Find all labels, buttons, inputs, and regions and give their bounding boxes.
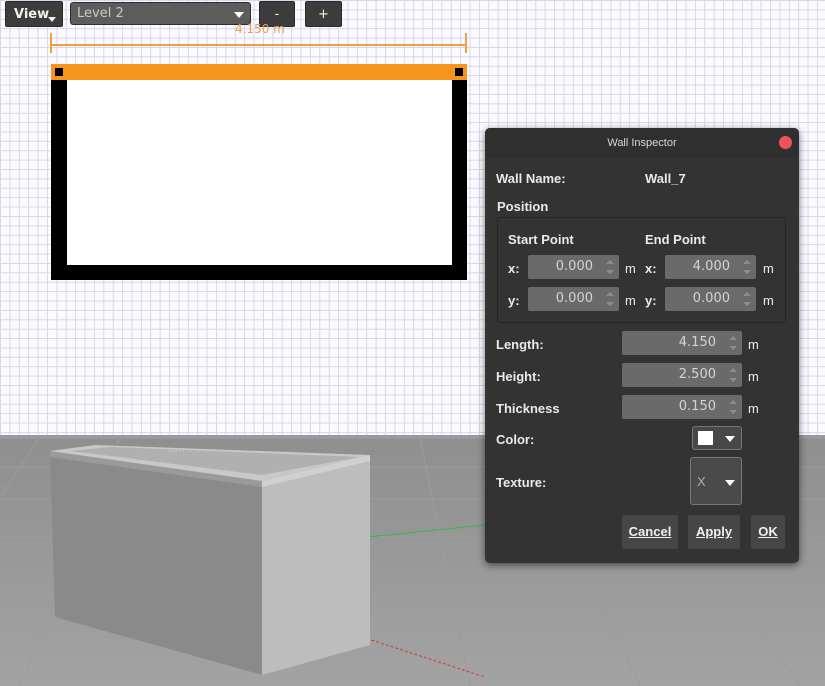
thickness-label: Thickness <box>496 401 560 416</box>
length-unit: m <box>748 337 759 352</box>
spin-up-icon[interactable] <box>606 292 614 296</box>
spin-down-icon[interactable] <box>743 302 751 306</box>
chevron-down-icon <box>725 480 735 486</box>
height-label: Height: <box>496 369 541 384</box>
spin-up-icon[interactable] <box>606 260 614 264</box>
texture-label: Texture: <box>496 475 547 490</box>
plus-label: + <box>318 6 329 22</box>
start-x-input[interactable]: 0.000 <box>528 255 619 279</box>
spin-up-icon[interactable] <box>729 368 737 372</box>
spin-down-icon[interactable] <box>729 410 737 414</box>
end-y-unit: m <box>763 293 774 308</box>
length-label: Length: <box>496 337 544 352</box>
spin-down-icon[interactable] <box>729 346 737 350</box>
level-select-value: Level 2 <box>77 6 124 21</box>
start-x-label: x: <box>508 261 520 276</box>
spin-up-icon[interactable] <box>729 400 737 404</box>
dimension-tick-start <box>50 33 52 53</box>
view-button-label: View <box>14 6 50 22</box>
wall-name-label: Wall Name: <box>496 171 566 186</box>
spin-up-icon[interactable] <box>743 260 751 264</box>
wall-end-handle[interactable] <box>455 68 463 76</box>
dimension-label: 4.150 m <box>235 22 285 36</box>
texture-value: X <box>697 474 706 489</box>
start-point-label: Start Point <box>508 232 574 247</box>
wall-inspector-dialog: Wall Inspector Wall Name: Wall_7 Positio… <box>485 128 799 563</box>
start-y-label: y: <box>508 293 520 308</box>
end-x-input[interactable]: 4.000 <box>665 255 756 279</box>
spin-down-icon[interactable] <box>729 378 737 382</box>
thickness-input[interactable]: 0.150 <box>622 395 742 419</box>
color-swatch <box>698 431 713 445</box>
start-y-unit: m <box>625 293 636 308</box>
height-value: 2.500 <box>678 367 716 382</box>
dimension-line <box>51 44 466 46</box>
height-unit: m <box>748 369 759 384</box>
dimension-tick-end <box>465 33 467 53</box>
end-x-unit: m <box>763 261 774 276</box>
room-floor <box>67 80 452 265</box>
chevron-down-icon <box>234 12 244 18</box>
dialog-title: Wall Inspector <box>485 128 799 158</box>
height-input[interactable]: 2.500 <box>622 363 742 387</box>
end-x-value: 4.000 <box>692 259 730 274</box>
length-input[interactable]: 4.150 <box>622 331 742 355</box>
start-y-value: 0.000 <box>555 291 593 306</box>
spin-up-icon[interactable] <box>729 336 737 340</box>
wall-start-handle[interactable] <box>55 68 63 76</box>
apply-button[interactable]: Apply <box>688 515 740 549</box>
chevron-down-icon <box>725 436 735 442</box>
level-select[interactable]: Level 2 <box>70 2 251 25</box>
minus-label: - <box>274 6 280 22</box>
selected-wall[interactable] <box>51 64 467 80</box>
close-icon[interactable] <box>779 136 792 149</box>
spin-up-icon[interactable] <box>743 292 751 296</box>
end-y-label: y: <box>645 293 657 308</box>
end-x-label: x: <box>645 261 657 276</box>
dropdown-arrow-icon <box>48 17 56 22</box>
spin-down-icon[interactable] <box>606 270 614 274</box>
end-y-value: 0.000 <box>692 291 730 306</box>
start-x-value: 0.000 <box>555 259 593 274</box>
splitter-grip-icon[interactable]: ····· <box>168 447 186 456</box>
spin-down-icon[interactable] <box>606 302 614 306</box>
spin-down-icon[interactable] <box>743 270 751 274</box>
cancel-button[interactable]: Cancel <box>622 515 678 549</box>
length-value: 4.150 <box>678 335 716 350</box>
color-label: Color: <box>496 432 535 447</box>
view-menu-button[interactable]: View <box>5 1 63 27</box>
add-level-button[interactable]: + <box>305 1 342 27</box>
start-y-input[interactable]: 0.000 <box>528 287 619 311</box>
wall-name-value: Wall_7 <box>645 171 686 186</box>
texture-picker-button[interactable]: X <box>690 457 742 505</box>
color-picker-button[interactable] <box>692 426 742 450</box>
end-point-label: End Point <box>645 232 706 247</box>
end-y-input[interactable]: 0.000 <box>665 287 756 311</box>
ok-button[interactable]: OK <box>751 515 785 549</box>
thickness-value: 0.150 <box>678 399 716 414</box>
start-x-unit: m <box>625 261 636 276</box>
position-label: Position <box>497 199 549 214</box>
thickness-unit: m <box>748 401 759 416</box>
